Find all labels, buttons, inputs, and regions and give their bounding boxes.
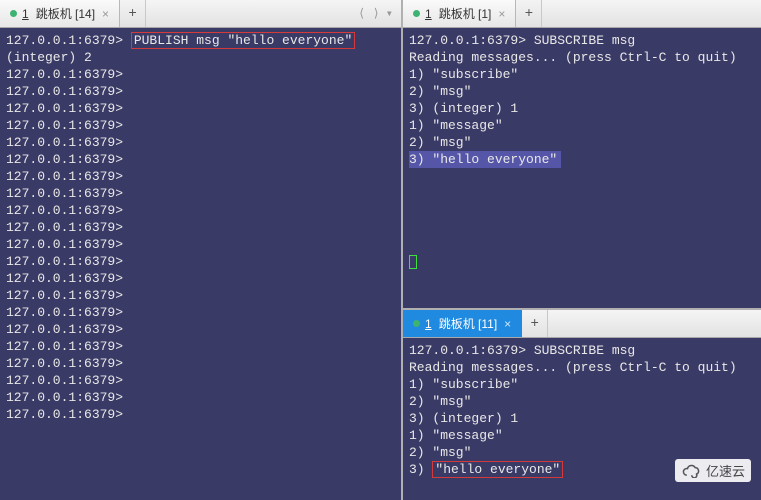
split-root: 1 跳板机 [14] × + ⟨ ⟩ ▾ 127.0.0.1:6379> PUB… <box>0 0 761 500</box>
close-icon[interactable]: × <box>504 317 511 331</box>
add-tab-button[interactable]: + <box>120 0 146 27</box>
pane-right-top: 1 跳板机 [1] × + 127.0.0.1:6379> SUBSCRIBE … <box>403 0 761 310</box>
tab-left[interactable]: 1 跳板机 [14] × <box>0 0 120 27</box>
tab-tools: ⟨ ⟩ ▾ <box>350 0 401 27</box>
terminal-left[interactable]: 127.0.0.1:6379> PUBLISH msg "hello every… <box>0 28 401 500</box>
close-icon[interactable]: × <box>498 7 505 21</box>
tab-menu-icon[interactable]: ▾ <box>386 6 393 21</box>
pane-left: 1 跳板机 [14] × + ⟨ ⟩ ▾ 127.0.0.1:6379> PUB… <box>0 0 403 500</box>
add-tab-button[interactable]: + <box>516 0 542 27</box>
tab-num: 1 <box>425 7 432 21</box>
add-tab-button[interactable]: + <box>522 310 548 337</box>
tabbar-left: 1 跳板机 [14] × + ⟨ ⟩ ▾ <box>0 0 401 28</box>
watermark: 亿速云 <box>675 459 751 482</box>
status-dot-icon <box>413 10 420 17</box>
tab-title: 跳板机 [1] <box>439 5 492 22</box>
tab-num: 1 <box>22 7 29 21</box>
tab-title: 跳板机 [11] <box>439 315 497 332</box>
close-icon[interactable]: × <box>102 7 109 21</box>
tabbar-right-top: 1 跳板机 [1] × + <box>403 0 761 28</box>
status-dot-icon <box>10 10 17 17</box>
pane-right: 1 跳板机 [1] × + 127.0.0.1:6379> SUBSCRIBE … <box>403 0 761 500</box>
watermark-text: 亿速云 <box>706 461 745 480</box>
tab-num: 1 <box>425 317 432 331</box>
tabbar-right-bottom: 1 跳板机 [11] × + <box>403 310 761 338</box>
tab-right-top[interactable]: 1 跳板机 [1] × <box>403 0 516 27</box>
tab-scroll-icon[interactable]: ⟨ ⟩ <box>358 6 380 21</box>
status-dot-icon <box>413 320 420 327</box>
tab-right-bottom[interactable]: 1 跳板机 [11] × <box>403 310 522 337</box>
tab-title: 跳板机 [14] <box>36 5 95 22</box>
terminal-right-top[interactable]: 127.0.0.1:6379> SUBSCRIBE msgReading mes… <box>403 28 761 308</box>
cloud-icon <box>681 464 701 478</box>
